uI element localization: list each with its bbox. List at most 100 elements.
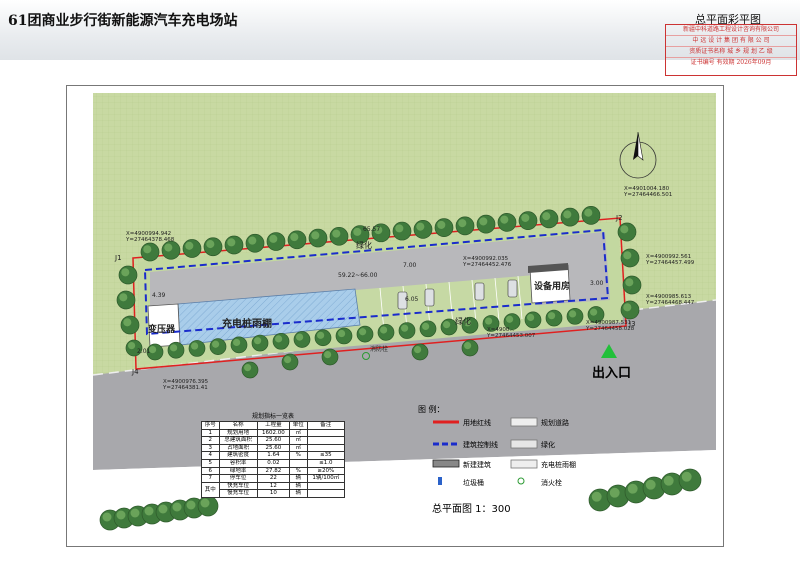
table-cell: ㎡ — [289, 436, 308, 445]
table-cell: 容积率 — [218, 458, 258, 468]
tree-highlight — [569, 310, 577, 318]
planning-indicator-table: 规划指标一览表 序号 名称 工程量 单位 备注 1 规划用地 1602.00 ㎡ 2 总建筑面积 25… — [201, 413, 346, 498]
table-cell — [306, 481, 346, 491]
tree-highlight — [144, 506, 154, 516]
table-cell: 12 — [256, 481, 291, 491]
table-cell: 规划用地 — [218, 428, 258, 438]
tree-highlight — [227, 238, 236, 247]
legend-item: 充电桩雨棚 — [541, 461, 576, 469]
table-cell: 其中 — [201, 481, 220, 498]
canopy-label: 充电桩雨棚 — [222, 319, 272, 330]
dimension-label: 2.01 — [137, 348, 151, 355]
tree-highlight — [645, 479, 656, 490]
dimension-label: 3.00 — [590, 280, 604, 287]
dimension-label: 4.39 — [152, 292, 166, 299]
coordinate-label: X=4900992.035 Y=27464452.476 — [463, 256, 512, 268]
table-row: 3 占地面积 25.60 ㎡ — [201, 443, 346, 453]
entrance-label: 出入口 — [592, 366, 632, 381]
tree-highlight — [338, 329, 346, 338]
greening-label: 绿化 — [356, 241, 372, 250]
corner-label: J2 — [616, 214, 623, 222]
tree-highlight — [623, 251, 632, 260]
tree-highlight — [681, 471, 692, 482]
tree-highlight — [401, 324, 409, 332]
tree-highlight — [172, 502, 182, 512]
greening-label: 绿化 — [455, 317, 471, 326]
tree-highlight — [200, 498, 210, 508]
legend-item: 消火栓 — [541, 479, 562, 487]
tree-highlight — [663, 475, 674, 486]
tree-highlight — [591, 491, 602, 502]
tree-highlight — [170, 344, 178, 352]
table-cell: 快充车位 — [218, 481, 258, 491]
dimension-label: 59.22~66.00 — [338, 272, 378, 279]
table-cell: 6 — [201, 466, 220, 476]
tree-highlight — [620, 225, 629, 234]
dimension-label: 6.05 — [405, 296, 419, 303]
table-cell: 25.60 — [256, 436, 291, 445]
table-cell — [289, 458, 308, 468]
tree-highlight — [269, 234, 278, 243]
coordinate-label: X=4900987.531 Y=27464458.028 — [586, 320, 635, 332]
site-plan-drawing — [92, 93, 717, 545]
hydrant-label: 消防栓 — [370, 346, 389, 353]
table-cell: 1辆/100㎡ — [306, 474, 346, 483]
tree-highlight — [464, 342, 472, 350]
table-row: 5 容积率 0.02 ≤1.0 — [201, 458, 346, 468]
table-cell: 0.02 — [256, 458, 291, 468]
table-cell: 7 — [201, 474, 220, 483]
tree-highlight — [527, 313, 535, 322]
table-cell: ≥20% — [306, 466, 346, 476]
table-row: 4 建筑密度 1.64% ≤35 — [201, 451, 346, 460]
table-cell: 绿地率 — [218, 466, 258, 476]
tree-highlight — [443, 321, 451, 329]
table-cell: ≤35 — [306, 451, 346, 460]
tree-highlight — [627, 483, 638, 494]
tree-highlight — [548, 312, 556, 320]
table-header-row: 序号 名称 工程量 单位 备注 — [201, 421, 346, 430]
tree-highlight — [123, 318, 132, 327]
tree-highlight — [563, 210, 572, 219]
tree-highlight — [485, 317, 493, 325]
coordinate-label: X=4900976.395 Y=27464381.41 — [163, 379, 209, 391]
tree-highlight — [380, 326, 388, 334]
tree-highlight — [296, 333, 304, 341]
tree-highlight — [609, 487, 620, 498]
table-cell: 总建筑面积 — [218, 436, 258, 445]
coordinate-label: X=4900994.942 Y=27464378.468 — [126, 231, 175, 243]
legend-title: 图 例： — [418, 405, 445, 414]
table-cell: ㎡ — [289, 443, 308, 453]
tree-highlight — [584, 208, 593, 217]
tree-highlight — [414, 346, 422, 354]
table-row: 2 总建筑面积 25.60 ㎡ — [201, 436, 346, 445]
tree-highlight — [116, 510, 126, 520]
coordinate-label: X=4900... Y=27464453.007 — [487, 327, 536, 339]
legend-item: 新建建筑 — [463, 461, 491, 469]
table-cell — [306, 443, 346, 453]
tree-highlight — [458, 219, 467, 228]
table-cell: 名称 — [218, 421, 258, 430]
table-cell: ㎡ — [289, 428, 308, 438]
table-cell: 单位 — [289, 421, 308, 430]
tree-highlight — [158, 504, 168, 514]
tree-highlight — [311, 231, 320, 240]
table-cell: 辆 — [289, 481, 308, 491]
table-cell: 停车位 — [218, 474, 258, 483]
table-cell: 1602.00 — [256, 428, 291, 438]
table-cell: 占地面积 — [218, 443, 258, 453]
dimension-label: 65.57 — [363, 226, 381, 233]
table-cell: 1 — [201, 428, 220, 438]
table-cell: 27.82 — [256, 466, 291, 476]
tree-highlight — [353, 227, 362, 236]
table-row: 慢充车位 10 辆 — [202, 489, 346, 498]
tree-highlight — [623, 303, 632, 312]
tree-highlight — [248, 236, 257, 245]
tree-highlight — [130, 508, 140, 518]
table-cell: 10 — [256, 489, 291, 498]
table-cell: 辆 — [289, 489, 308, 498]
tree-highlight — [284, 356, 292, 364]
tree-highlight — [437, 220, 446, 229]
transformer-label: 变压器 — [148, 325, 176, 335]
tree-highlight — [395, 224, 404, 233]
tree-highlight — [206, 240, 215, 249]
